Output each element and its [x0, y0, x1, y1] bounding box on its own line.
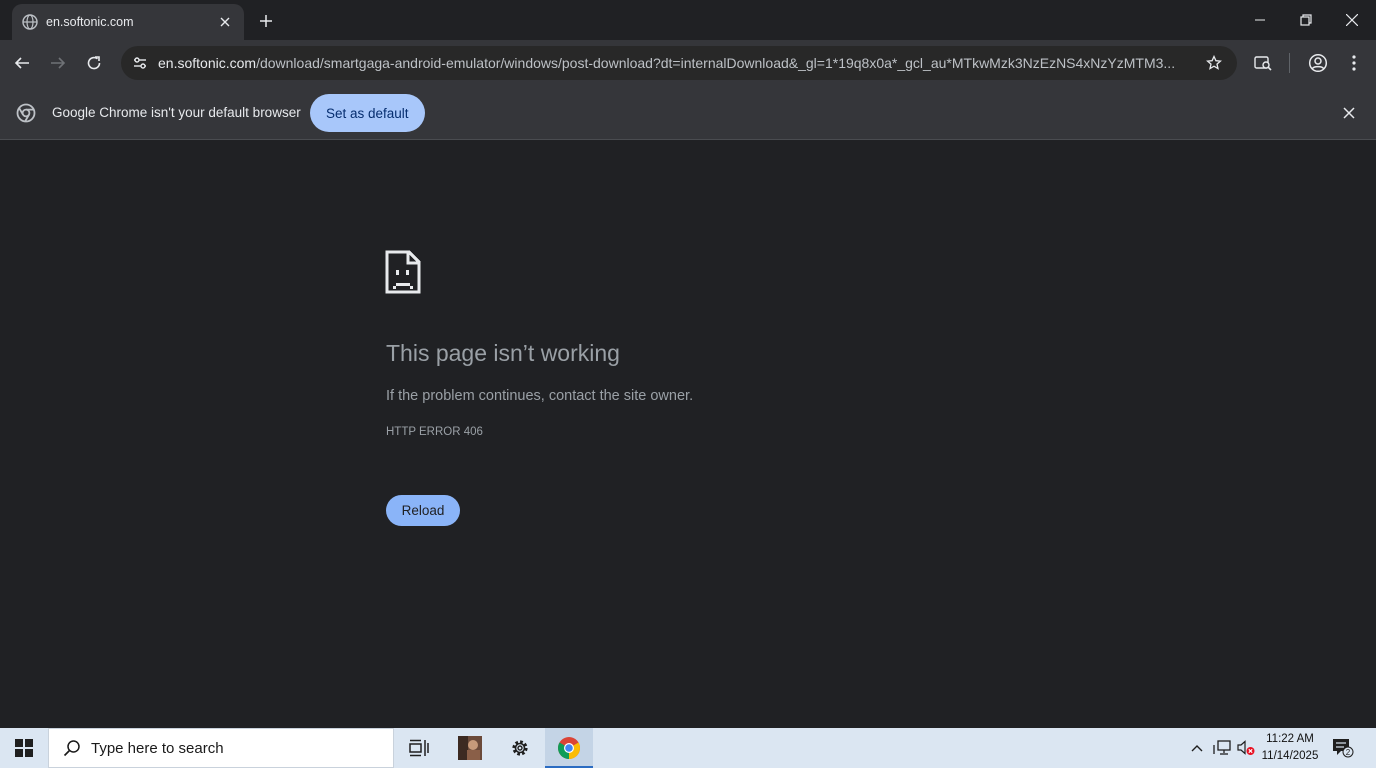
- chrome-logo-icon: [16, 103, 36, 123]
- reload-icon[interactable]: [80, 49, 108, 77]
- show-hidden-icons-chevron-icon[interactable]: [1187, 728, 1207, 768]
- address-bar[interactable]: en.softonic.com/download/smartgaga-andro…: [121, 46, 1237, 80]
- network-icon[interactable]: [1210, 728, 1234, 768]
- settings-gear-icon[interactable]: [496, 728, 544, 768]
- menu-kebab-icon[interactable]: [1340, 49, 1368, 77]
- infobar-message: Google Chrome isn't your default browser: [52, 105, 301, 120]
- error-title: This page isn’t working: [386, 340, 620, 366]
- search-placeholder: Type here to search: [91, 739, 224, 757]
- profile-icon[interactable]: [1304, 49, 1332, 77]
- windows-start-icon[interactable]: [0, 728, 48, 768]
- clock-date: 11/14/2025: [1261, 750, 1319, 762]
- clock-time: 11:22 AM: [1266, 733, 1314, 745]
- close-infobar-icon[interactable]: [1339, 103, 1359, 123]
- reload-button[interactable]: Reload: [386, 495, 460, 526]
- chrome-taskbar-icon[interactable]: [545, 728, 593, 768]
- toolbar-divider: [1289, 53, 1290, 73]
- back-icon[interactable]: [8, 49, 36, 77]
- url-text: en.softonic.com/download/smartgaga-andro…: [158, 55, 1188, 71]
- forward-icon[interactable]: [44, 49, 72, 77]
- close-tab-icon[interactable]: [216, 13, 234, 31]
- sad-page-icon: [385, 250, 421, 294]
- new-tab-icon[interactable]: [254, 9, 278, 33]
- url-host: en.softonic.com: [158, 55, 257, 71]
- page-content: This page isn’t working If the problem c…: [0, 140, 1376, 728]
- error-code: HTTP ERROR 406: [386, 426, 483, 438]
- restore-icon[interactable]: [1283, 0, 1329, 40]
- browser-toolbar: en.softonic.com/download/smartgaga-andro…: [0, 40, 1376, 86]
- taskbar-app-thumbnail[interactable]: [446, 728, 494, 768]
- notification-center-icon[interactable]: 2: [1330, 728, 1356, 768]
- browser-tab[interactable]: en.softonic.com: [12, 4, 244, 40]
- tab-title: en.softonic.com: [46, 15, 134, 29]
- taskbar-search-box[interactable]: Type here to search: [48, 728, 394, 768]
- globe-icon: [22, 14, 38, 30]
- windows-taskbar: Type here to search 11:22 AM 11/14/2025 …: [0, 728, 1376, 768]
- minimize-icon[interactable]: [1237, 0, 1283, 40]
- close-window-icon[interactable]: [1329, 0, 1375, 40]
- site-info-icon[interactable]: [129, 52, 151, 74]
- google-lens-icon[interactable]: [1249, 49, 1277, 77]
- system-clock[interactable]: 11:22 AM 11/14/2025: [1254, 731, 1326, 765]
- error-description: If the problem continues, contact the si…: [386, 388, 694, 404]
- default-browser-infobar: Google Chrome isn't your default browser…: [0, 86, 1376, 140]
- bookmark-star-icon[interactable]: [1203, 52, 1225, 74]
- tab-strip: en.softonic.com: [0, 0, 1376, 40]
- task-view-icon[interactable]: [395, 728, 443, 768]
- set-as-default-button[interactable]: Set as default: [310, 94, 425, 132]
- search-icon: [61, 737, 83, 759]
- url-path: /download/smartgaga-android-emulator/win…: [256, 55, 1176, 71]
- notification-count: 2: [1346, 748, 1351, 757]
